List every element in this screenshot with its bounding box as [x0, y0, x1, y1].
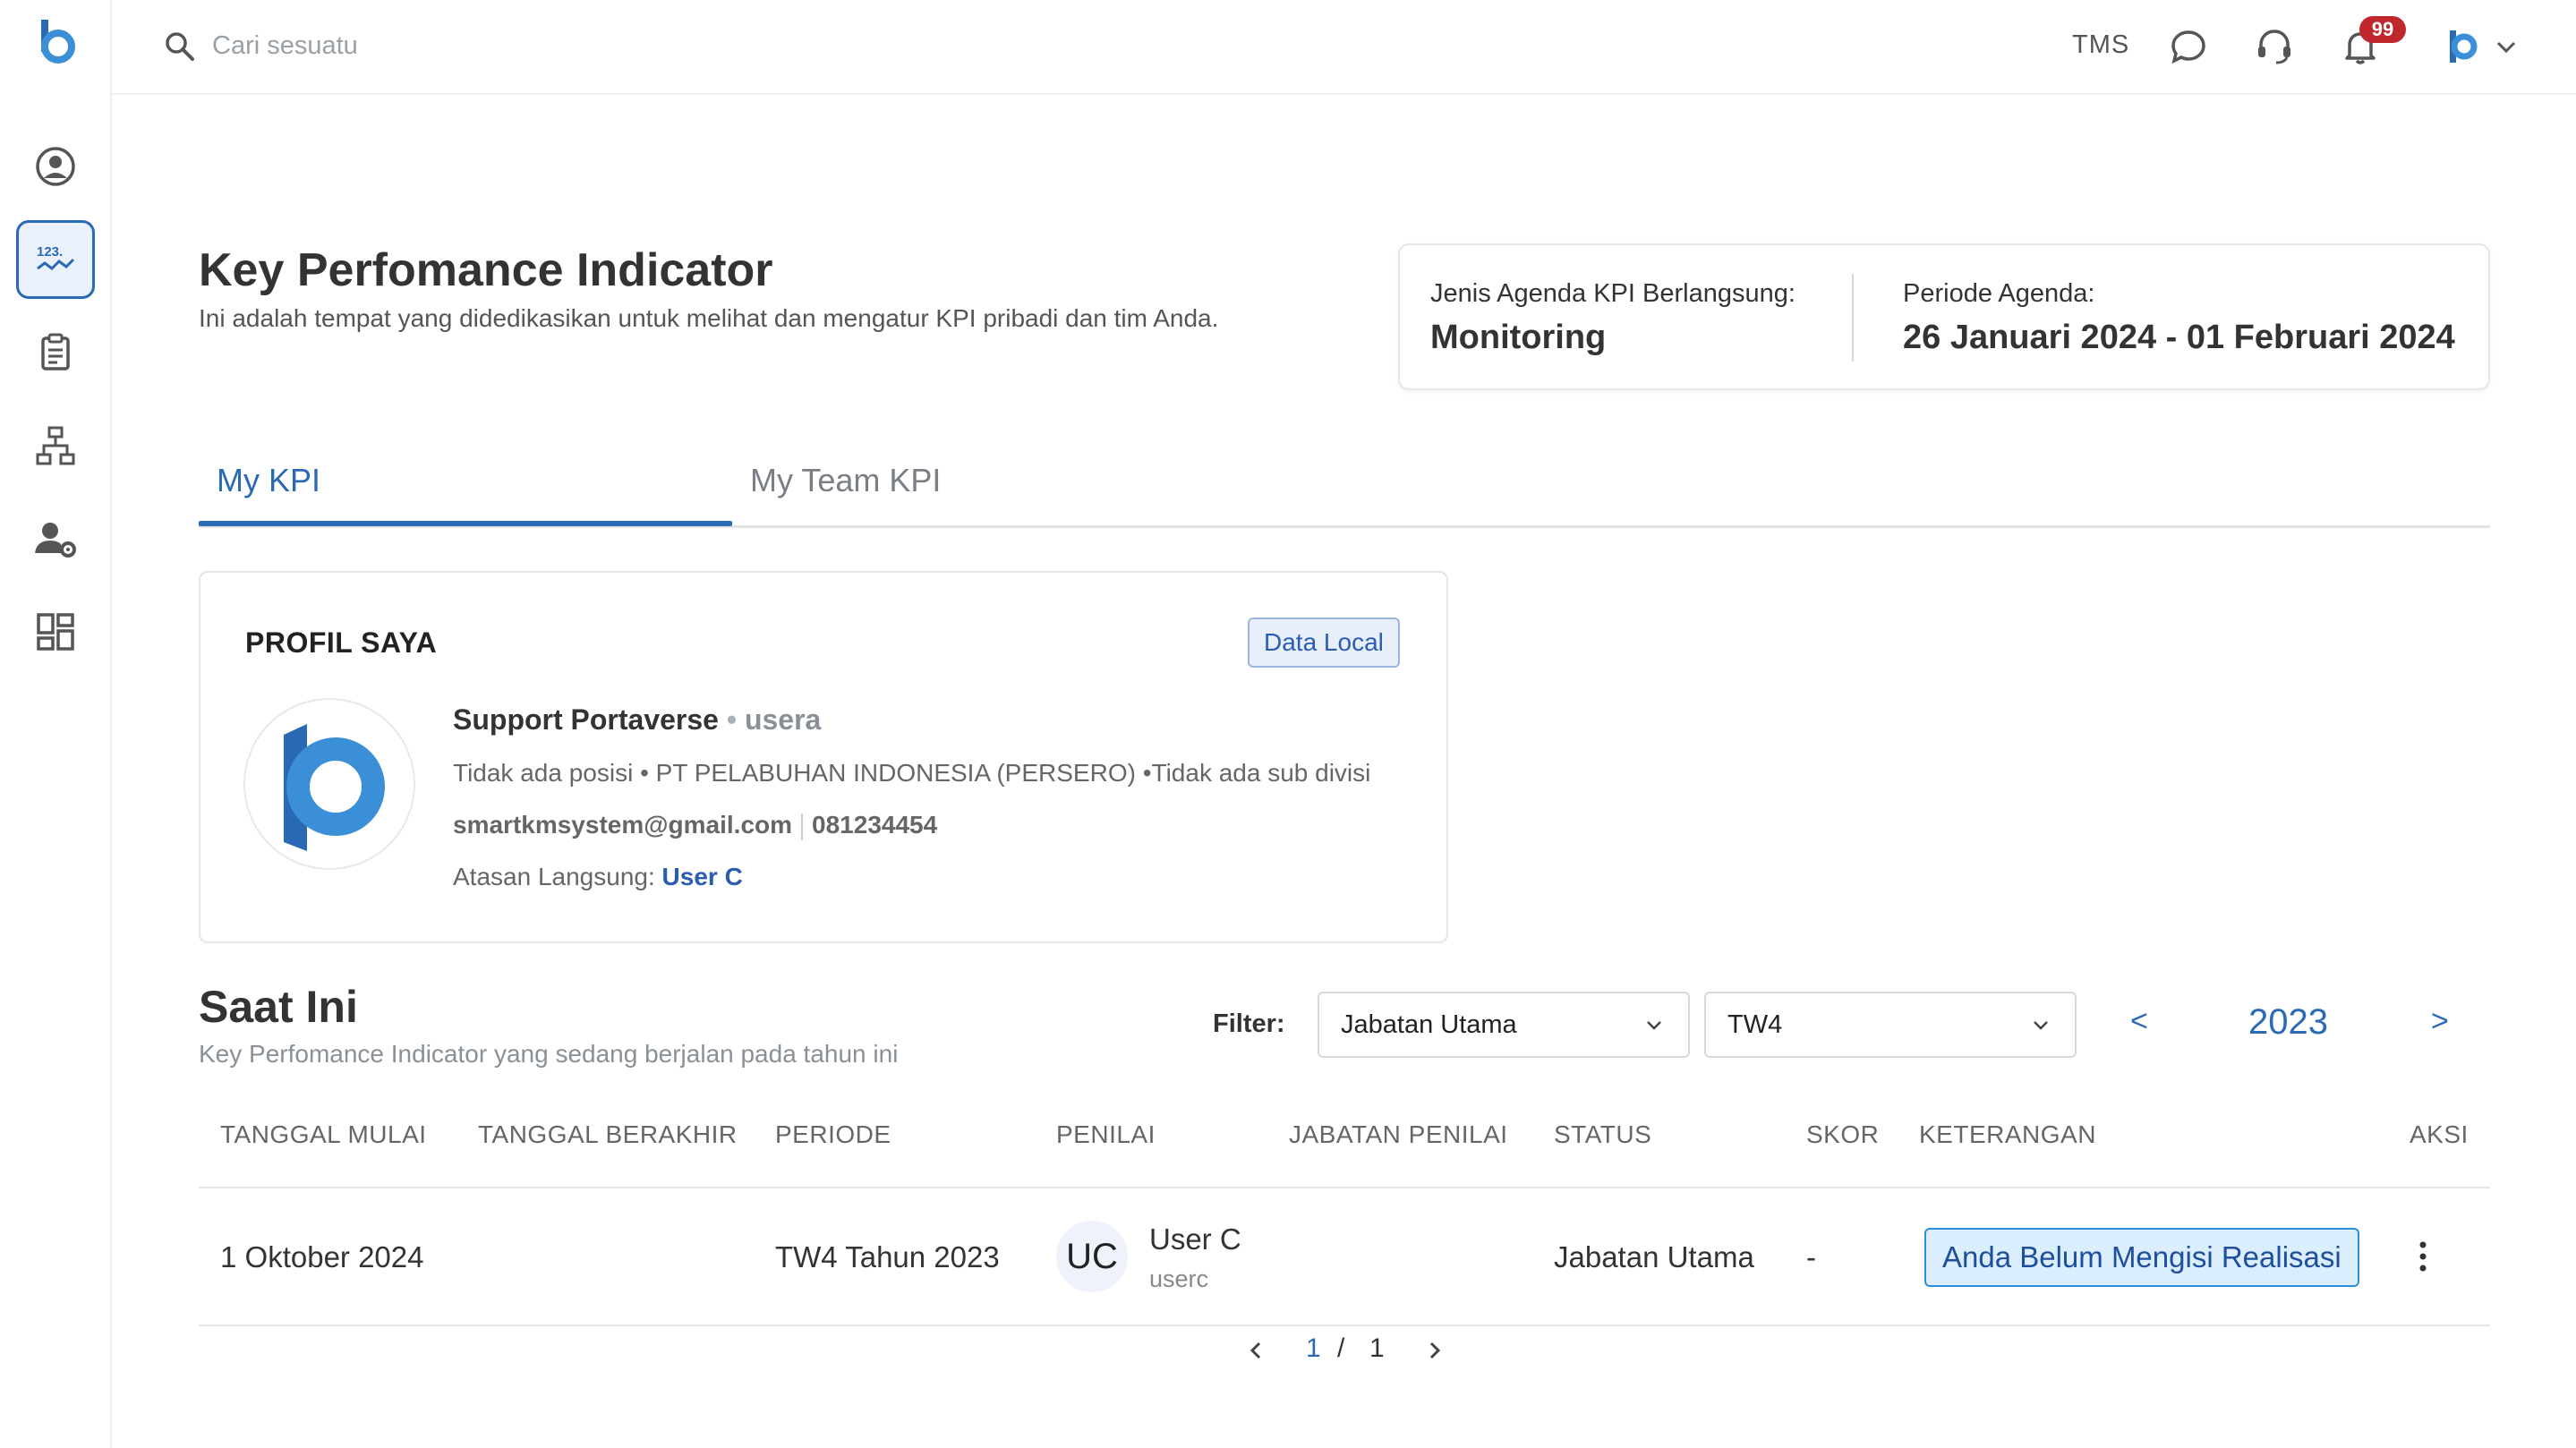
agenda-divider	[1852, 274, 1854, 362]
sidebar-item-user-settings[interactable]	[16, 499, 95, 578]
chevron-down-icon[interactable]	[2493, 25, 2520, 68]
user-gear-icon	[35, 523, 76, 558]
period-filter-value: TW4	[1727, 1009, 1783, 1039]
app-logo[interactable]	[34, 16, 77, 66]
tms-link[interactable]: TMS	[2072, 30, 2129, 60]
supervisor-link[interactable]: User C	[662, 863, 743, 890]
portaverse-logo	[284, 724, 385, 851]
page-title: Key Perfomance Indicator	[199, 244, 773, 296]
profile-name: Support Portaverse	[453, 703, 719, 736]
row-score: -	[1806, 1240, 1816, 1273]
profile-contact-line: smartkmsystem@gmail.com 081234454	[453, 811, 937, 840]
notification-badge: 99	[2359, 16, 2406, 43]
user-avatar-logo[interactable]	[2444, 25, 2480, 68]
current-section-subtitle: Key Perfomance Indicator yang sedang ber…	[199, 1040, 899, 1068]
more-options-icon[interactable]	[2417, 1240, 2429, 1273]
search-input[interactable]	[212, 25, 749, 66]
agenda-period-value: 26 Januari 2024 - 01 Februari 2024	[1903, 319, 2455, 356]
header-action: AKSI	[2410, 1120, 2469, 1148]
position-filter-value: Jabatan Utama	[1341, 1009, 1517, 1039]
org-chart-icon	[36, 426, 75, 465]
header-note: KETERANGAN	[1919, 1120, 2096, 1148]
profile-avatar	[243, 698, 415, 870]
data-local-badge: Data Local	[1248, 618, 1400, 668]
header-period: PERIODE	[775, 1120, 891, 1148]
row-start-date: 1 Oktober 2024	[220, 1240, 424, 1273]
note-badge-button[interactable]: Anda Belum Mengisi Realisasi	[1924, 1228, 2359, 1287]
kpi-tabs: My KPI My Team KPI	[199, 447, 2490, 528]
name-separator-dot: •	[726, 703, 738, 736]
header-score: SKOR	[1806, 1120, 1880, 1148]
dashboard-icon	[37, 613, 74, 651]
header-end-date: TANGGAL BERAKHIR	[478, 1120, 738, 1148]
profile-email: smartkmsystem@gmail.com	[453, 811, 793, 839]
reviewer-avatar: UC	[1056, 1221, 1128, 1292]
agenda-type-value: Monitoring	[1430, 319, 1607, 356]
contact-separator	[801, 813, 804, 840]
tab-my-team-kpi[interactable]: My Team KPI	[750, 462, 941, 499]
row-period: TW4 Tahun 2023	[775, 1240, 1000, 1273]
sidebar-item-profile[interactable]	[16, 127, 95, 206]
header-reviewer-position: JABATAN PENILAI	[1289, 1120, 1508, 1148]
sidebar-item-dashboard[interactable]	[16, 592, 95, 671]
tab-my-kpi[interactable]: My KPI	[217, 462, 320, 499]
page-subtitle: Ini adalah tempat yang didedikasikan unt…	[199, 304, 1219, 332]
pagination-next-icon[interactable]	[1421, 1337, 1448, 1364]
profile-supervisor-line: Atasan Langsung: User C	[453, 863, 743, 891]
supervisor-label: Atasan Langsung:	[453, 863, 655, 890]
year-next-button[interactable]: >	[2431, 1004, 2449, 1039]
header-reviewer: PENILAI	[1056, 1120, 1156, 1148]
chat-icon[interactable]	[2167, 25, 2210, 68]
year-prev-button[interactable]: <	[2130, 1004, 2148, 1039]
period-filter-select[interactable]: TW4	[1704, 992, 2077, 1058]
pagination-total: 1	[1369, 1333, 1385, 1363]
headset-icon[interactable]	[2253, 25, 2296, 68]
reviewer-username: userc	[1149, 1265, 1209, 1292]
table-bottom-divider	[199, 1324, 2490, 1326]
pagination-prev-icon[interactable]	[1242, 1337, 1269, 1364]
user-circle-icon	[36, 147, 75, 186]
top-bar: TMS 99	[112, 0, 2576, 95]
current-section-title: Saat Ini	[199, 982, 358, 1032]
year-display: 2023	[2248, 1002, 2328, 1042]
table-header-divider	[199, 1187, 2490, 1188]
header-status: STATUS	[1554, 1120, 1652, 1148]
agenda-card: Jenis Agenda KPI Berlangsung: Monitoring…	[1398, 243, 2490, 390]
chevron-down-icon	[1647, 1021, 1661, 1030]
sidebar-item-kpi[interactable]: 123.	[16, 220, 95, 299]
pagination-current: 1	[1306, 1333, 1321, 1363]
position-filter-select[interactable]: Jabatan Utama	[1318, 992, 1690, 1058]
sidebar-item-org-chart[interactable]	[16, 406, 95, 485]
sidebar-item-clipboard[interactable]	[16, 313, 95, 392]
kpi-icon-text: 123.	[37, 244, 63, 260]
row-status: Jabatan Utama	[1554, 1240, 1754, 1273]
clipboard-icon	[41, 333, 70, 371]
profile-card: PROFIL SAYA Data Local Support Portavers…	[199, 571, 1448, 943]
profile-section-title: PROFIL SAYA	[245, 626, 438, 659]
profile-name-line: Support Portaverse • usera	[453, 703, 821, 737]
profile-username: usera	[744, 703, 822, 736]
profile-position-line: Tidak ada posisi • PT PELABUHAN INDONESI…	[453, 759, 1371, 787]
tab-active-indicator	[199, 521, 732, 526]
sidebar: 123.	[0, 0, 112, 1448]
reviewer-name: User C	[1149, 1222, 1241, 1256]
agenda-period-label: Periode Agenda:	[1903, 279, 2095, 308]
chevron-down-icon	[2034, 1021, 2048, 1030]
profile-phone: 081234454	[812, 811, 938, 839]
header-start-date: TANGGAL MULAI	[220, 1120, 427, 1148]
kpi-chart-icon: 123.	[37, 244, 75, 270]
pagination-separator: /	[1337, 1333, 1345, 1363]
filter-label: Filter:	[1213, 1009, 1285, 1038]
agenda-type-label: Jenis Agenda KPI Berlangsung:	[1430, 279, 1796, 308]
search-icon	[166, 32, 194, 61]
